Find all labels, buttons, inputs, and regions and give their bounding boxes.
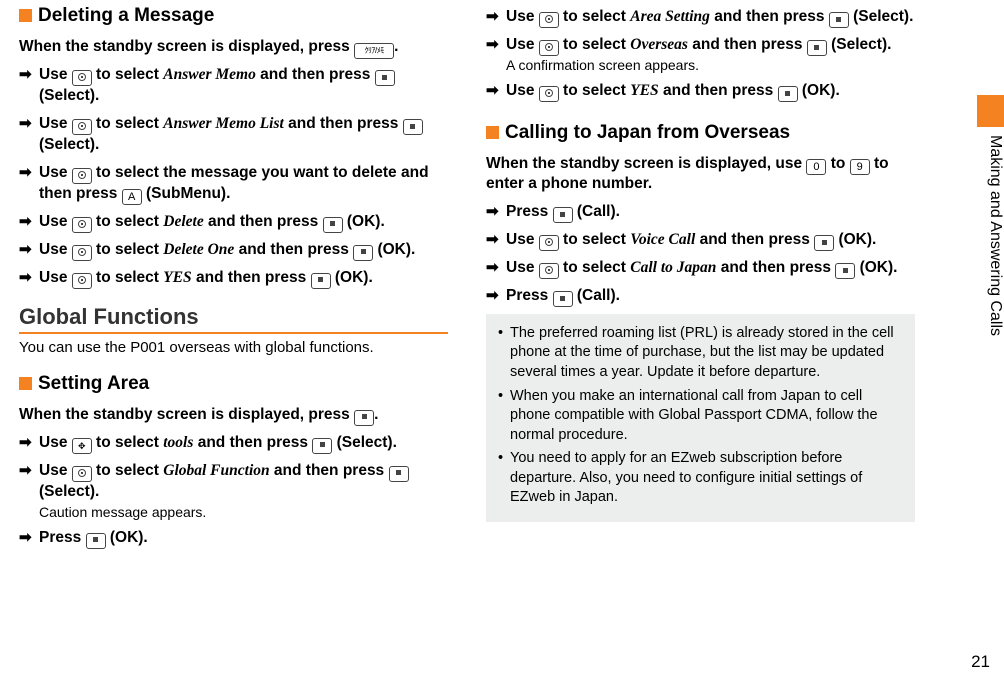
step-note: A confirmation screen appears. xyxy=(506,56,915,74)
center-key-icon xyxy=(403,119,423,135)
nav-key-icon xyxy=(72,273,92,289)
square-bullet-icon xyxy=(19,9,32,22)
step: Use to select YES and then press (OK). xyxy=(19,268,448,289)
left-column: Deleting a Message When the standby scre… xyxy=(19,5,448,556)
intro-text: When the standby screen is displayed, pr… xyxy=(19,405,448,425)
nav-key-icon xyxy=(539,235,559,251)
center-key-icon xyxy=(778,86,798,102)
center-key-icon xyxy=(814,235,834,251)
step: Use to select Answer Memo List and then … xyxy=(19,114,448,156)
center-key-icon xyxy=(312,438,332,454)
center-key-icon xyxy=(86,533,106,549)
nav-key-icon xyxy=(539,263,559,279)
step: Use to select the message you want to de… xyxy=(19,163,448,205)
step: Use ✥ to select tools and then press (Se… xyxy=(19,433,448,454)
center-key-icon xyxy=(389,466,409,482)
step: Use to select YES and then press (OK). xyxy=(486,81,915,102)
intro-text: When the standby screen is displayed, pr… xyxy=(19,37,448,57)
center-key-icon xyxy=(553,291,573,307)
step: Press (OK). xyxy=(19,528,448,549)
square-bullet-icon xyxy=(19,377,32,390)
step: Use to select Overseas and then press (S… xyxy=(486,35,915,74)
center-key-icon xyxy=(375,70,395,86)
info-item: You need to apply for an EZweb subscript… xyxy=(498,449,903,508)
step: Use to select Global Function and then p… xyxy=(19,461,448,521)
step: Use to select Delete One and then press … xyxy=(19,240,448,261)
heading-setting-area: Setting Area xyxy=(19,373,448,395)
info-item: The preferred roaming list (PRL) is alre… xyxy=(498,324,903,383)
step-note: Caution message appears. xyxy=(39,503,448,521)
4way-key-icon: ✥ xyxy=(72,438,92,454)
num-key-icon: 0 xyxy=(806,159,826,175)
info-item: When you make an international call from… xyxy=(498,387,903,446)
steps-list-delete: Use to select Answer Memo and then press… xyxy=(19,65,448,288)
step: Press (Call). xyxy=(486,202,915,223)
heading-global-functions: Global Functions xyxy=(19,304,448,334)
nav-key-icon xyxy=(72,245,92,261)
nav-key-icon xyxy=(72,119,92,135)
steps-list-area-cont: Use to select Area Setting and then pres… xyxy=(486,7,915,102)
center-key-icon xyxy=(829,12,849,28)
step: Use to select Voice Call and then press … xyxy=(486,230,915,251)
center-key-icon xyxy=(353,245,373,261)
steps-list-call: Press (Call). Use to select Voice Call a… xyxy=(486,202,915,307)
nav-key-icon xyxy=(72,168,92,184)
submenu-key-icon: A xyxy=(122,189,142,205)
center-key-icon xyxy=(311,273,331,289)
step: Press (Call). xyxy=(486,286,915,307)
nav-key-icon xyxy=(539,86,559,102)
nav-key-icon xyxy=(539,40,559,56)
heading-deleting-message: Deleting a Message xyxy=(19,5,448,27)
heading-text: Calling to Japan from Overseas xyxy=(505,122,790,143)
nav-key-icon xyxy=(72,70,92,86)
clear-memo-key-icon: ｸﾘｱ/ﾒﾓ xyxy=(354,43,394,59)
steps-list-area: Use ✥ to select tools and then press (Se… xyxy=(19,433,448,549)
center-key-icon xyxy=(354,410,374,426)
nav-key-icon xyxy=(72,217,92,233)
step: Use to select Answer Memo and then press… xyxy=(19,65,448,107)
center-key-icon xyxy=(807,40,827,56)
center-key-icon xyxy=(835,263,855,279)
step: Use to select Area Setting and then pres… xyxy=(486,7,915,28)
step: Use to select Delete and then press (OK)… xyxy=(19,212,448,233)
nav-key-icon xyxy=(72,466,92,482)
heading-text: Deleting a Message xyxy=(38,5,214,26)
page: Deleting a Message When the standby scre… xyxy=(0,0,955,556)
section-tab-icon xyxy=(977,95,1004,127)
heading-calling-japan: Calling to Japan from Overseas xyxy=(486,122,915,144)
heading-text: Setting Area xyxy=(38,373,149,394)
center-key-icon xyxy=(323,217,343,233)
nav-key-icon xyxy=(539,12,559,28)
num-key-icon: 9 xyxy=(850,159,870,175)
step: Use to select Call to Japan and then pre… xyxy=(486,258,915,279)
intro-text: When the standby screen is displayed, us… xyxy=(486,154,915,194)
page-number: 21 xyxy=(971,652,990,672)
body-text: You can use the P001 overseas with globa… xyxy=(19,338,448,358)
section-side-label: Making and Answering Calls xyxy=(977,135,1004,455)
square-bullet-icon xyxy=(486,126,499,139)
info-box: The preferred roaming list (PRL) is alre… xyxy=(486,314,915,522)
right-column: Use to select Area Setting and then pres… xyxy=(486,5,915,556)
center-key-icon xyxy=(553,207,573,223)
